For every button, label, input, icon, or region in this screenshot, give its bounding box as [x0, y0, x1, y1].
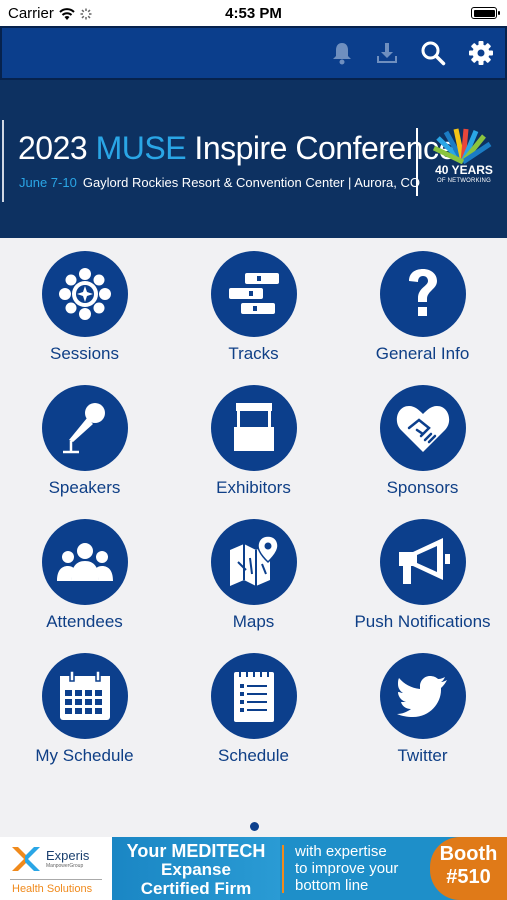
microphone-icon: [62, 403, 105, 454]
tile-attendees[interactable]: Attendees: [0, 506, 169, 640]
tile-sponsors[interactable]: Sponsors: [338, 372, 507, 506]
tile-label: Sessions: [50, 344, 119, 363]
tracks-icon: [228, 273, 279, 314]
tile-label: Push Notifications: [354, 612, 491, 631]
sponsor-ad-banner[interactable]: Experis ManpowerGroup Health Solutions Y…: [0, 837, 507, 900]
tile-twitter[interactable]: Twitter: [338, 640, 507, 774]
calendar-icon: [59, 670, 110, 720]
tile-label: My Schedule: [35, 746, 134, 765]
tile-label: Tracks: [228, 344, 279, 363]
ad-brand-panel: Experis ManpowerGroup Health Solutions: [0, 837, 112, 900]
people-icon: [56, 543, 113, 581]
tile-label: Sponsors: [386, 478, 459, 497]
tile-label: Exhibitors: [216, 478, 291, 497]
conference-banner: 2023 MUSE Inspire Conference June 7-10 Ga…: [0, 80, 507, 238]
conference-venue: Gaylord Rockies Resort & Convention Cent…: [82, 175, 421, 190]
tile-push-notifications[interactable]: Push Notifications: [338, 506, 507, 640]
tile-my-schedule[interactable]: My Schedule: [0, 640, 169, 774]
tile-label: Schedule: [218, 746, 289, 765]
battery-icon: [471, 7, 500, 19]
tile-sessions[interactable]: Sessions: [0, 238, 169, 372]
tile-general-info[interactable]: General Info: [338, 238, 507, 372]
tile-maps[interactable]: Maps: [169, 506, 338, 640]
search-icon[interactable]: [418, 38, 448, 68]
download-icon[interactable]: [372, 38, 402, 68]
map-pin-icon: [229, 535, 279, 586]
ad-tagline: with expertise to improve your bottom li…: [295, 843, 399, 894]
checklist-icon: [233, 671, 274, 722]
handshake-heart-icon: [396, 406, 449, 452]
ad-booth-badge: Booth #510: [430, 837, 507, 900]
gear-icon[interactable]: [466, 38, 496, 68]
ad-brand-name: Experis: [46, 848, 90, 863]
booth-icon: [233, 403, 274, 451]
status-bar: Carrier 4:53 PM: [0, 0, 507, 26]
experis-logo-icon: [12, 847, 40, 871]
conference-title: 2023 MUSE Inspire Conference: [18, 130, 456, 166]
tile-label: Twitter: [397, 746, 448, 765]
ad-division: Health Solutions: [12, 883, 93, 895]
conference-details: June 7-10 Gaylord Rockies Resort & Conven…: [19, 175, 420, 190]
twitter-bird-icon: [396, 676, 447, 717]
conference-dates: June 7-10: [19, 175, 77, 190]
tile-schedule[interactable]: Schedule: [169, 640, 338, 774]
tile-label: Attendees: [46, 612, 123, 631]
tile-exhibitors[interactable]: Exhibitors: [169, 372, 338, 506]
ad-headline: Your MEDITECH Expanse Certified Firm: [112, 837, 280, 900]
top-toolbar: [0, 26, 507, 80]
anniversary-text: 40 YEARS OF NETWORKING: [434, 163, 494, 185]
tile-speakers[interactable]: Speakers: [0, 372, 169, 506]
tile-label: Speakers: [48, 478, 121, 497]
megaphone-icon: [398, 538, 450, 584]
status-time: 4:53 PM: [225, 5, 282, 22]
tile-label: Maps: [232, 612, 275, 631]
sessions-icon: [58, 268, 111, 320]
tile-label: General Info: [375, 344, 470, 363]
question-icon: [408, 269, 437, 316]
ad-brand-sub: ManpowerGroup: [46, 863, 84, 869]
tile-tracks[interactable]: Tracks: [169, 238, 338, 372]
bell-icon[interactable]: [327, 38, 357, 68]
page-indicator[interactable]: [250, 822, 259, 831]
